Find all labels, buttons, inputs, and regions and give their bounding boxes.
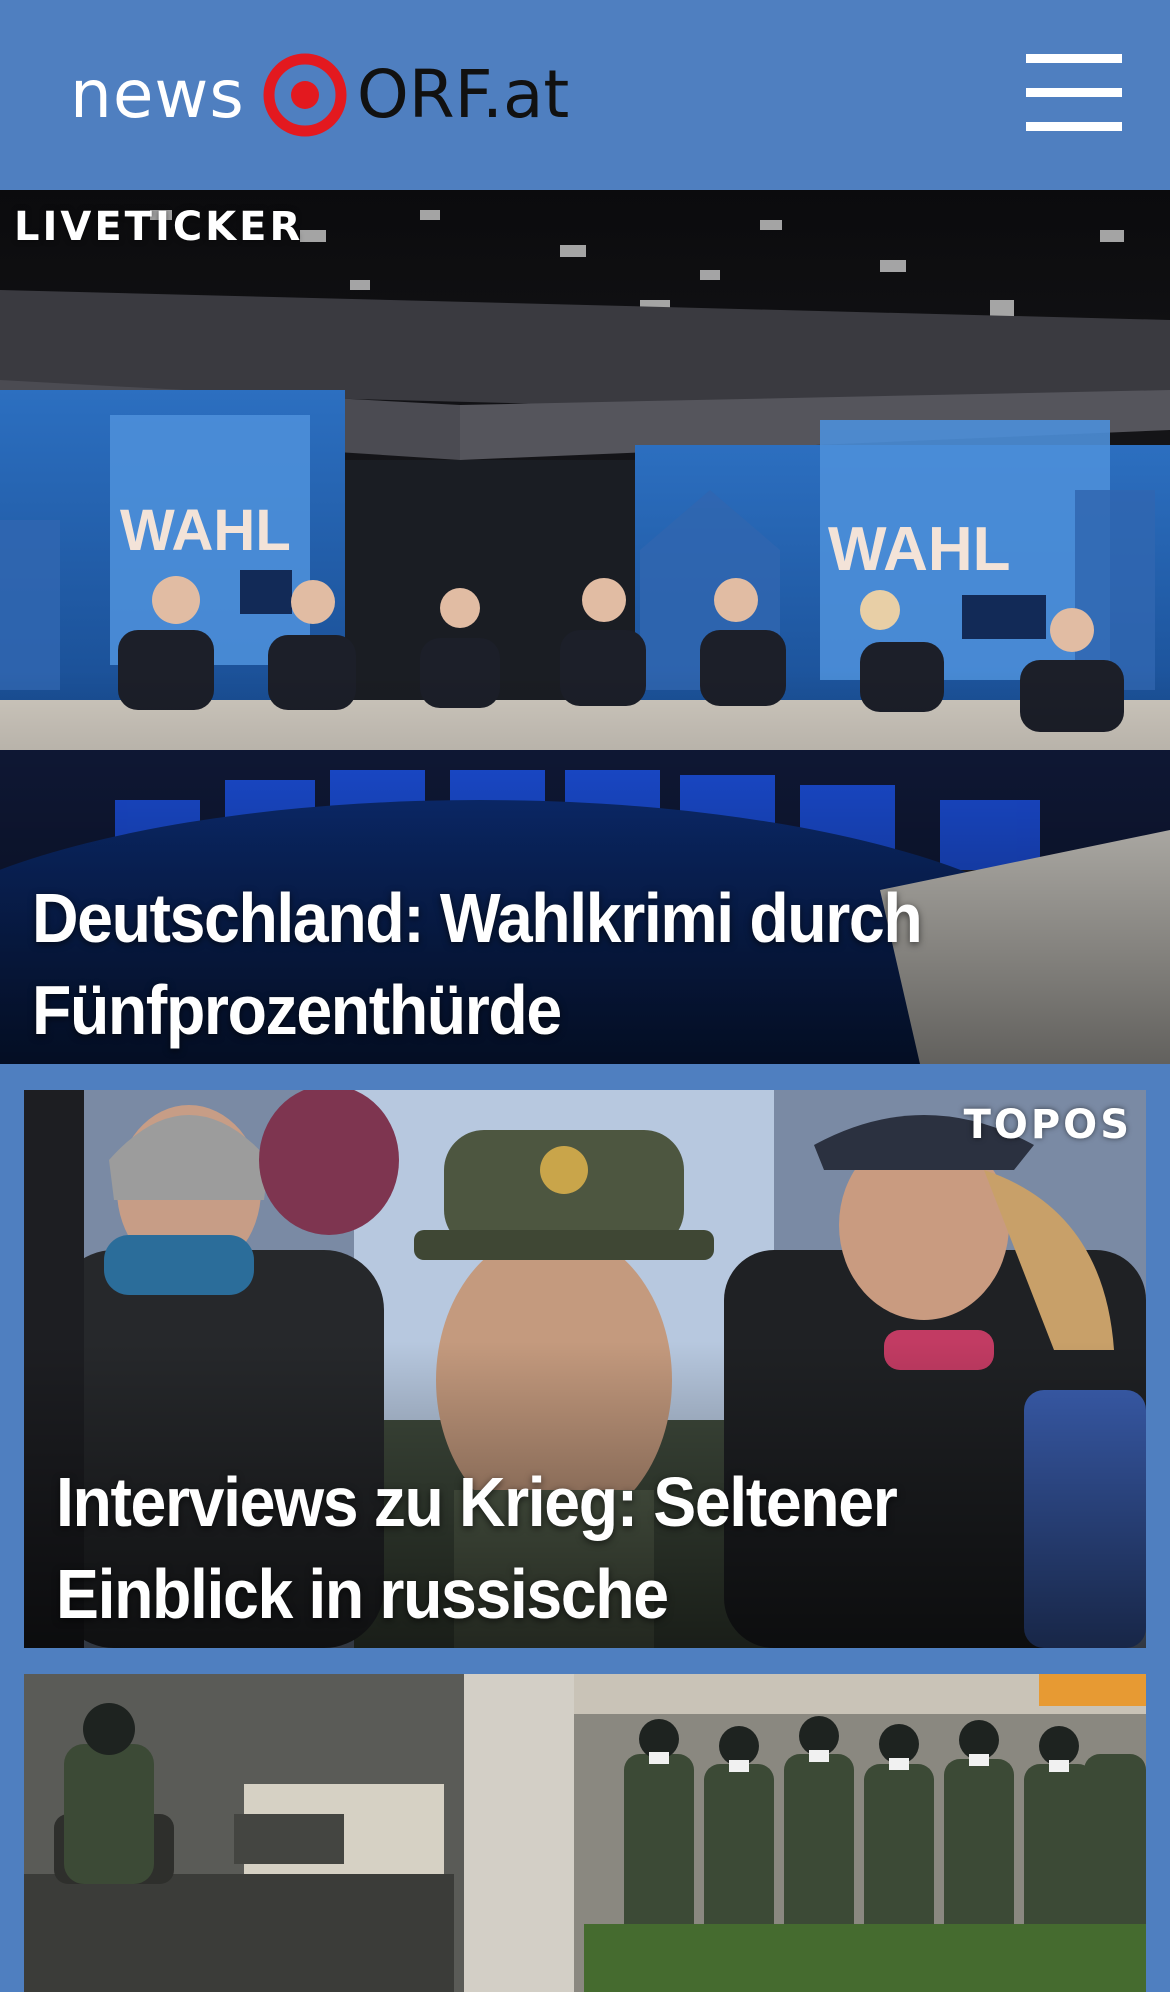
headline-line-2: Einblick in russische Bevölkerung — [56, 1555, 669, 1648]
story-headline: Deutschland: Wahlkrimi durch Fünfprozent… — [32, 872, 1053, 1056]
orf-news-logo[interactable]: news ORF.at — [70, 50, 569, 140]
story-image-soldiers — [24, 1674, 1146, 1992]
logo-news-text: news — [70, 56, 245, 133]
headline-line-2: Fünfprozenthürde — [32, 971, 562, 1049]
story-card[interactable] — [24, 1674, 1146, 1992]
story-card[interactable]: TOPOS Interviews zu Krieg: Seltener Einb… — [24, 1090, 1146, 1648]
logo-orf-text: ORF.at — [356, 56, 570, 133]
headline-line-1: Interviews zu Krieg: Seltener — [56, 1463, 898, 1541]
site-header: news ORF.at — [0, 0, 1170, 190]
story-kicker: LIVETICKER — [14, 204, 304, 250]
orf-target-icon — [263, 53, 347, 137]
story-kicker: TOPOS — [963, 1102, 1132, 1148]
story-card[interactable]: WAHL WAHL — [0, 190, 1170, 1064]
hamburger-menu-icon[interactable] — [1020, 50, 1124, 136]
headline-line-1: Deutschland: Wahlkrimi durch — [32, 879, 923, 957]
story-headline: Interviews zu Krieg: Seltener Einblick i… — [56, 1456, 1059, 1648]
